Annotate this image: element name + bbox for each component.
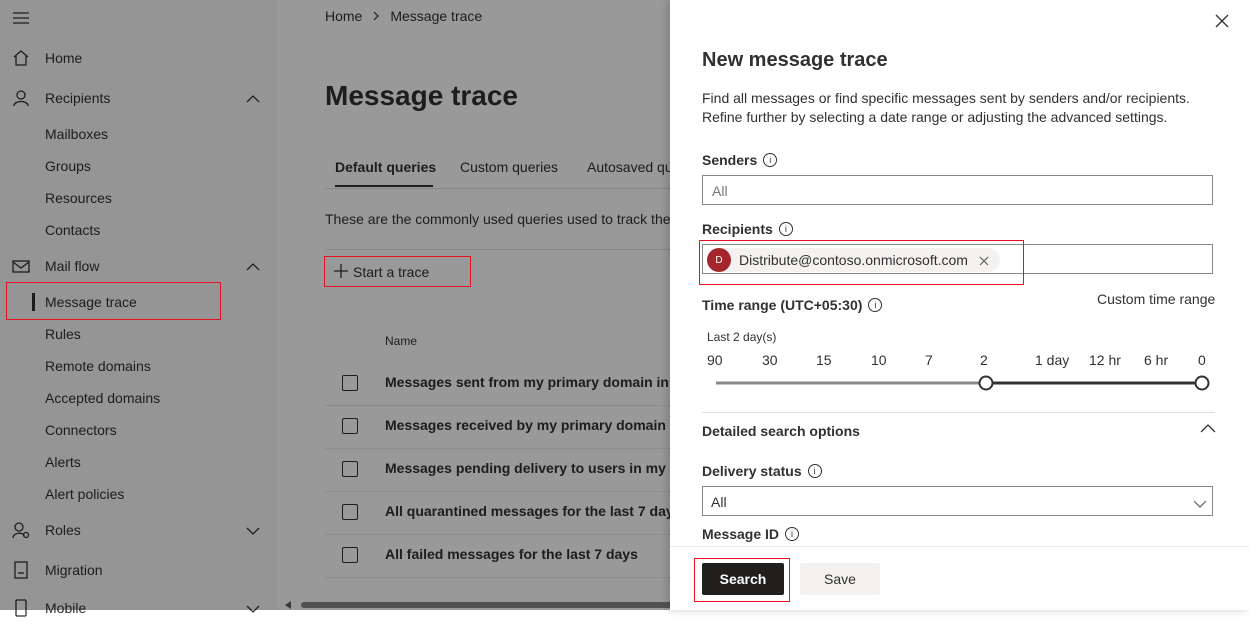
slider-tick-label: 0 — [1198, 352, 1206, 368]
delivery-status-dropdown[interactable]: All — [702, 486, 1213, 516]
detailed-search-options-header[interactable]: Detailed search options — [702, 423, 860, 439]
panel-description: Find all messages or find specific messa… — [702, 89, 1192, 127]
slider-tick-label: 6 hr — [1144, 352, 1169, 368]
info-icon[interactable]: i — [807, 464, 822, 478]
slider-tick-label: 2 — [980, 352, 988, 368]
message-id-label: Message ID i — [702, 526, 800, 542]
senders-input[interactable] — [710, 182, 1194, 200]
recipients-label-text: Recipients — [702, 221, 773, 237]
slider-tick-label: 1 day — [1035, 352, 1070, 368]
custom-time-range-link[interactable]: Custom time range — [1097, 291, 1215, 307]
delivery-status-value: All — [711, 494, 727, 510]
slider-tick-label: 15 — [816, 352, 832, 368]
delivery-status-label: Delivery status i — [702, 463, 822, 479]
info-icon[interactable]: i — [868, 298, 883, 312]
panel-description-line: Refine further by selecting a date range… — [702, 109, 1168, 125]
slider-tick-label: 10 — [871, 352, 887, 368]
slider-tick-label: 12 hr — [1089, 352, 1121, 368]
highlight-box — [324, 256, 471, 287]
info-icon[interactable]: i — [785, 527, 800, 541]
slider-tick-label: 30 — [762, 352, 778, 368]
info-icon[interactable]: i — [778, 222, 793, 236]
highlight-box — [6, 282, 221, 320]
save-button[interactable]: Save — [800, 563, 880, 595]
time-range-label: Time range (UTC+05:30) i — [702, 297, 883, 313]
slider-value-text: Last 2 day(s) — [707, 330, 777, 344]
highlight-box — [699, 240, 1024, 285]
slider-tick-label: 7 — [925, 352, 933, 368]
delivery-status-label-text: Delivery status — [702, 463, 802, 479]
slider-tick-label: 90 — [707, 352, 723, 368]
footer-divider — [670, 546, 1249, 547]
message-id-label-text: Message ID — [702, 526, 780, 542]
panel-description-line: Find all messages or find specific messa… — [702, 90, 1190, 106]
senders-label-text: Senders — [702, 152, 758, 168]
highlight-box — [694, 558, 790, 602]
chevron-up-icon[interactable] — [1200, 422, 1216, 434]
close-icon[interactable] — [1215, 14, 1229, 28]
chevron-down-icon — [1193, 496, 1207, 512]
panel-title: New message trace — [702, 49, 888, 71]
recipients-label: Recipients i — [702, 221, 793, 237]
senders-field[interactable] — [702, 175, 1213, 205]
time-range-slider[interactable] — [714, 375, 1210, 391]
section-divider — [702, 412, 1215, 413]
time-range-label-text: Time range (UTC+05:30) — [702, 297, 863, 313]
senders-label: Senders i — [702, 152, 778, 168]
info-icon[interactable]: i — [763, 153, 778, 167]
new-message-trace-panel: New message trace Find all messages or f… — [670, 0, 1249, 610]
